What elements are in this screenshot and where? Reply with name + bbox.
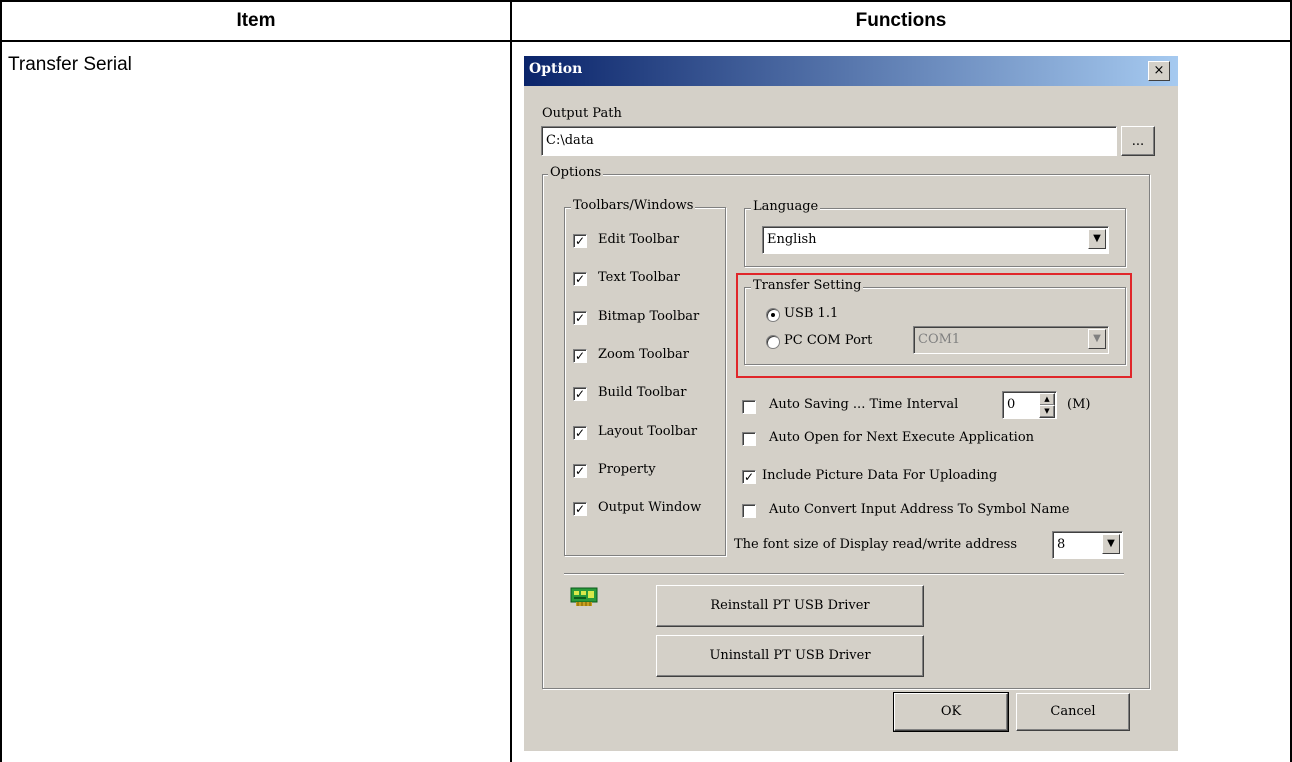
font-size-select[interactable]: 8 ▼ (1052, 531, 1123, 559)
zoom-toolbar-label: Zoom Toolbar (598, 347, 689, 362)
toolbars-group-title: Toolbars/Windows (571, 198, 696, 213)
bitmap-toolbar-label: Bitmap Toolbar (598, 309, 700, 324)
table-header-divider (0, 40, 1292, 42)
edit-toolbar-label: Edit Toolbar (598, 232, 680, 247)
checkbox-output-window[interactable]: ✓ (573, 502, 587, 516)
checkbox-bitmap-toolbar[interactable]: ✓ (573, 311, 587, 325)
table-left-border (0, 0, 2, 762)
separator (564, 573, 1124, 575)
checkbox-zoom-toolbar[interactable]: ✓ (573, 349, 587, 363)
cancel-button[interactable]: Cancel (1016, 693, 1130, 731)
checkbox-auto-saving[interactable] (742, 400, 756, 414)
dialog-titlebar[interactable]: Option × (524, 56, 1178, 86)
checkbox-layout-toolbar[interactable]: ✓ (573, 426, 587, 440)
option-dialog: Option × Output Path C:\data ... Options… (524, 56, 1178, 751)
language-group-title: Language (751, 199, 821, 214)
header-item: Item (236, 10, 276, 31)
chevron-down-icon[interactable]: ▼ (1102, 534, 1120, 554)
chevron-down-icon[interactable]: ▼ (1088, 329, 1106, 349)
language-value: English (767, 232, 817, 247)
interval-unit: (M) (1067, 397, 1091, 412)
com-port-value: COM1 (918, 332, 961, 347)
reinstall-usb-driver-button[interactable]: Reinstall PT USB Driver (656, 585, 924, 627)
auto-open-label: Auto Open for Next Execute Application (769, 430, 1035, 445)
com-port-select[interactable]: COM1 ▼ (913, 326, 1109, 354)
output-path-input[interactable]: C:\data (541, 126, 1117, 156)
output-window-label: Output Window (598, 500, 702, 515)
checkbox-edit-toolbar[interactable]: ✓ (573, 234, 587, 248)
close-icon: × (1153, 63, 1165, 78)
include-picture-label: Include Picture Data For Uploading (762, 468, 998, 483)
radio-usb[interactable] (766, 308, 780, 322)
font-size-value: 8 (1057, 537, 1066, 552)
options-group-title: Options (548, 165, 604, 180)
output-path-value: C:\data (546, 133, 594, 148)
table-column-divider (510, 0, 512, 762)
item-transfer-serial: Transfer Serial (8, 54, 132, 75)
output-path-label: Output Path (542, 106, 622, 121)
text-toolbar-label: Text Toolbar (598, 270, 680, 285)
chevron-down-icon[interactable]: ▼ (1088, 229, 1106, 249)
radio-com-port[interactable] (766, 335, 780, 349)
com-port-label: PC COM Port (784, 333, 873, 348)
spin-down-icon[interactable]: ▼ (1039, 405, 1055, 418)
checkbox-include-picture[interactable]: ✓ (742, 470, 756, 484)
auto-saving-label: Auto Saving ... Time Interval (769, 397, 959, 412)
language-select[interactable]: English ▼ (762, 226, 1109, 254)
uninstall-usb-driver-button[interactable]: Uninstall PT USB Driver (656, 635, 924, 677)
build-toolbar-label: Build Toolbar (598, 385, 687, 400)
checkbox-auto-convert[interactable] (742, 504, 756, 518)
transfer-setting-title: Transfer Setting (751, 278, 864, 293)
browse-button[interactable]: ... (1121, 126, 1155, 156)
layout-toolbar-label: Layout Toolbar (598, 424, 698, 439)
radio-selected-dot (771, 313, 775, 317)
font-size-label: The font size of Display read/write addr… (734, 537, 1018, 552)
usb-driver-icon (570, 586, 600, 608)
checkbox-auto-open[interactable] (742, 432, 756, 446)
ok-button[interactable]: OK (893, 692, 1009, 732)
auto-convert-label: Auto Convert Input Address To Symbol Nam… (769, 502, 1070, 517)
usb-label: USB 1.1 (784, 306, 839, 321)
property-label: Property (598, 462, 656, 477)
header-functions: Functions (855, 10, 947, 31)
checkbox-property[interactable]: ✓ (573, 464, 587, 478)
dialog-title: Option (529, 61, 583, 77)
checkbox-build-toolbar[interactable]: ✓ (573, 387, 587, 401)
close-button[interactable]: × (1148, 61, 1170, 81)
time-interval-spinner[interactable]: 0 ▲ ▼ (1002, 391, 1057, 419)
time-interval-value: 0 (1007, 397, 1016, 412)
checkbox-text-toolbar[interactable]: ✓ (573, 272, 587, 286)
